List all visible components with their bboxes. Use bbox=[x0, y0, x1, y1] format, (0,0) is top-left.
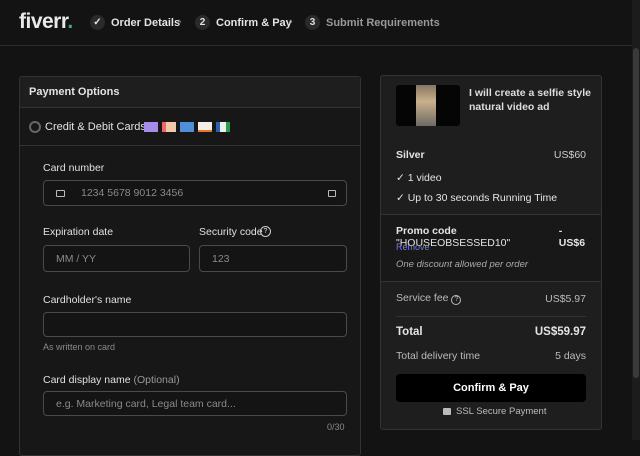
visa-icon bbox=[144, 122, 158, 132]
expiration-label: Expiration date bbox=[43, 226, 114, 238]
feature-item: ✓ Up to 30 seconds Running Time bbox=[396, 192, 558, 204]
step-order-details[interactable]: ✓ Order Details bbox=[90, 15, 180, 30]
step-confirm-pay: 2 Confirm & Pay bbox=[195, 15, 292, 30]
expiration-input[interactable]: MM / YY bbox=[43, 245, 190, 272]
package-row: Silver US$60 bbox=[396, 149, 586, 161]
credit-card-radio[interactable] bbox=[29, 121, 41, 133]
card-display-name-input[interactable]: e.g. Marketing card, Legal team card... bbox=[43, 391, 347, 416]
feature-item: ✓ 1 video bbox=[396, 172, 442, 184]
chevron-right-icon: › bbox=[289, 16, 293, 28]
discover-icon bbox=[198, 122, 212, 132]
delivery-row: Total delivery time 5 days bbox=[396, 350, 586, 362]
check-icon: ✓ bbox=[396, 172, 408, 184]
card-number-label: Card number bbox=[43, 162, 105, 174]
credit-card-label: Credit & Debit Cards bbox=[45, 121, 146, 133]
diners-icon bbox=[180, 122, 194, 132]
card-number-input[interactable]: 1234 5678 9012 3456 bbox=[43, 180, 347, 206]
card-icon bbox=[56, 189, 65, 197]
card-brand-icons bbox=[144, 122, 230, 132]
help-icon[interactable]: ? bbox=[451, 295, 462, 305]
scrollbar-thumb[interactable] bbox=[633, 48, 639, 378]
payment-options-title: Payment Options bbox=[29, 86, 120, 98]
jcb-icon bbox=[216, 122, 230, 132]
service-fee-row: Service fee ? US$5.97 bbox=[396, 292, 586, 305]
total-row: Total US$59.97 bbox=[396, 326, 586, 338]
lock-icon bbox=[328, 189, 336, 197]
step-submit-requirements: 3 Submit Requirements bbox=[305, 15, 440, 30]
cardholder-name-label: Cardholder's name bbox=[43, 294, 132, 306]
remove-promo-link[interactable]: Remove bbox=[396, 242, 430, 252]
help-icon[interactable]: ? bbox=[260, 226, 271, 237]
check-icon: ✓ bbox=[396, 192, 408, 204]
fiverr-logo[interactable]: fiverr. bbox=[19, 10, 73, 34]
chevron-right-icon: › bbox=[178, 16, 182, 28]
confirm-pay-button[interactable]: Confirm & Pay bbox=[396, 374, 586, 402]
gig-title: I will create a selfie style natural vid… bbox=[469, 87, 591, 113]
gig-thumbnail bbox=[396, 85, 460, 126]
cardholder-hint: As written on card bbox=[43, 342, 116, 352]
ssl-note: SSL Secure Payment bbox=[443, 406, 546, 417]
char-counter: 0/30 bbox=[327, 422, 345, 432]
security-code-input[interactable]: 123 bbox=[199, 245, 347, 272]
promo-note: One discount allowed per order bbox=[396, 259, 529, 270]
check-icon: ✓ bbox=[90, 15, 105, 30]
cardholder-name-input[interactable] bbox=[43, 312, 347, 337]
card-display-name-label: Card display name (Optional) bbox=[43, 374, 180, 386]
divider bbox=[20, 145, 360, 146]
divider bbox=[396, 316, 586, 317]
security-code-label: Security code bbox=[199, 226, 263, 238]
mastercard-icon bbox=[162, 122, 176, 132]
lock-icon bbox=[443, 408, 451, 415]
